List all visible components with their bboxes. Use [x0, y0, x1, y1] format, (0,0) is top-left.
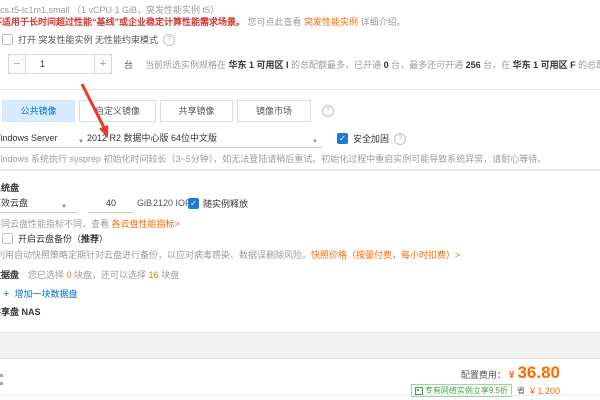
- burst-instance-link[interactable]: 突发性能实例: [304, 17, 358, 27]
- tab-shared-image[interactable]: 共享镜像: [160, 100, 233, 122]
- disk-perf-text: 不同云盘性能指标不同，查看: [0, 219, 112, 229]
- os-version-value: 2012 R2 数据中心版 64位中文版: [87, 133, 218, 143]
- snapshot-text: 利用自动快照策略定期针对云盘进行备份，以应对病毒感染、数据误删除风险。: [0, 250, 312, 260]
- release-with-instance-label: 随实例释放: [203, 199, 249, 209]
- security-reinforce-row: ✓ 安全加固 ?: [337, 132, 407, 145]
- quantity-decrease-button[interactable]: −: [8, 54, 26, 74]
- quota-text-part: 的总配额最多，已开通: [288, 59, 384, 70]
- data-disk-selection-text: 您已选择 0 块盘，还可以选择 16 块盘: [28, 268, 179, 281]
- os-select[interactable]: Windows Server ▼: [0, 131, 88, 148]
- data-disk-label: 数据盘: [0, 270, 20, 280]
- help-icon[interactable]: ?: [163, 33, 176, 46]
- image-tab-bar: 公共镜像 自定义镜像 共享镜像 镜像市场: [2, 100, 311, 122]
- quantity-increase-button[interactable]: +: [94, 54, 112, 74]
- chevron-down-icon: ▼: [312, 139, 318, 145]
- sysprep-note: Windows 系统执行 sysprep 初始化时间较长（3~5分钟），如无法登…: [0, 154, 547, 164]
- disk-backup-checkbox[interactable]: [2, 233, 13, 244]
- fee-summary: 配置费用： ¥ 36.80: [461, 363, 560, 383]
- chevron-down-icon: ▼: [78, 139, 84, 145]
- quota-zone-2: 华东 1 可用区 F: [512, 59, 576, 70]
- footer-divider: [0, 395, 600, 396]
- chevron-down-icon: ▼: [61, 204, 67, 210]
- burst-mode-label: 打开 突发性能实例 无性能约束模式: [18, 35, 159, 45]
- warning-text: 不适用于长时间超过性能“基线”或企业稳定计算性能需求场景。: [0, 17, 246, 27]
- fee-amount: 36.80: [517, 363, 560, 382]
- disk-perf-link[interactable]: 各云盘性能指标>: [112, 219, 180, 229]
- tab-image-market[interactable]: 镜像市场: [237, 100, 311, 122]
- help-icon[interactable]: ?: [322, 105, 334, 117]
- section-divider: [0, 169, 600, 171]
- burst-mode-row: 打开 突发性能实例 无性能约束模式 ?: [2, 33, 176, 46]
- quota-text-part: 的总配额最少，已开通: [578, 59, 600, 70]
- tab-public-image[interactable]: 公共镜像: [2, 100, 75, 122]
- security-reinforce-label: 安全加固: [353, 134, 390, 144]
- disk-backup-row: 开启云盘备份（推荐）: [2, 232, 108, 245]
- snapshot-price-link[interactable]: 快照价格（按量付费，每小时扣费）>: [311, 250, 460, 260]
- quota-zone-1: 华东 1 可用区 I: [228, 59, 289, 70]
- quantity-row: − 1 + 台 当前所选实例规格在 华东 1 可用区 I 的总配额最多，已开通 …: [8, 54, 600, 74]
- burst-warning-line: 不适用于长时间超过性能“基线”或企业稳定计算性能需求场景。 您可点此查看 突发性…: [0, 15, 406, 28]
- help-icon[interactable]: ?: [394, 132, 407, 145]
- fee-label: 配置费用：: [460, 370, 506, 380]
- warning-normal-text: 您可点此查看: [247, 17, 305, 27]
- quota-remaining-count-1: 256: [465, 59, 481, 70]
- save-amount: ¥ 1.200: [529, 385, 560, 396]
- data-disk-text-part: 块盘: [158, 270, 180, 280]
- quota-text-part: 当前所选实例规格在: [145, 59, 229, 70]
- quantity-unit: 台: [124, 59, 134, 70]
- clipped-edge-text: [0, 382, 3, 385]
- backup-label-part: 开启云盘备份（: [18, 234, 82, 244]
- clipped-edge-text: [0, 374, 3, 377]
- quota-text: 当前所选实例规格在 华东 1 可用区 I 的总配额最多，已开通 0 台，最多还可…: [145, 58, 600, 71]
- backup-label-part: ）: [99, 234, 109, 244]
- disk-size-input[interactable]: 40: [88, 196, 134, 213]
- disk-type-select[interactable]: 高效云盘 ▼: [0, 196, 78, 213]
- quota-text-part: 台，最多还可开通: [388, 59, 466, 70]
- warning-tail-text: 详细介绍。: [360, 17, 406, 27]
- nas-label: 共享盘 NAS: [0, 307, 41, 317]
- fee-currency: ¥: [508, 370, 515, 381]
- snapshot-note: 利用自动快照策略定期针对云盘进行备份，以应对病毒感染、数据误删除风险。快照价格（…: [0, 248, 460, 261]
- quantity-input[interactable]: 1: [26, 54, 94, 74]
- tab-custom-image[interactable]: 自定义镜像: [79, 100, 156, 122]
- os-select-value: Windows Server: [0, 133, 58, 143]
- burst-mode-checkbox[interactable]: [2, 34, 13, 45]
- release-with-instance-row: ✓ 随实例释放: [188, 197, 248, 210]
- security-reinforce-checkbox[interactable]: ✓: [337, 133, 348, 144]
- data-disk-text-part: 块盘，还可以选择: [71, 270, 149, 280]
- quota-text-part: 台，在: [480, 59, 513, 70]
- add-data-disk-link[interactable]: + 增加一块数据盘: [3, 287, 77, 300]
- system-disk-label: 系统盘: [0, 183, 20, 193]
- ecs-buy-page: ecs.t5-lc1m1.small （1 vCPU 1 GiB，突发性能实例 …: [0, 0, 600, 400]
- disk-backup-label: 开启云盘备份（推荐）: [18, 232, 108, 245]
- disk-type-value: 高效云盘: [0, 198, 29, 208]
- collapsed-panel: [0, 332, 600, 359]
- plus-icon: +: [3, 287, 10, 300]
- os-version-select[interactable]: 2012 R2 数据中心版 64位中文版 ▼: [87, 131, 322, 148]
- data-disk-available-count: 16: [148, 270, 159, 280]
- data-disk-text-part: 您已选择: [28, 270, 67, 280]
- backup-recommend-text: 推荐: [81, 234, 100, 244]
- release-with-instance-checkbox[interactable]: ✓: [188, 198, 199, 209]
- discount-tag-icon: [414, 386, 423, 395]
- add-data-disk-label: 增加一块数据盘: [14, 289, 78, 299]
- disk-size-unit: GiB: [137, 198, 153, 208]
- disk-perf-note: 不同云盘性能指标不同，查看 各云盘性能指标>: [0, 217, 180, 230]
- section-divider: [0, 89, 600, 90]
